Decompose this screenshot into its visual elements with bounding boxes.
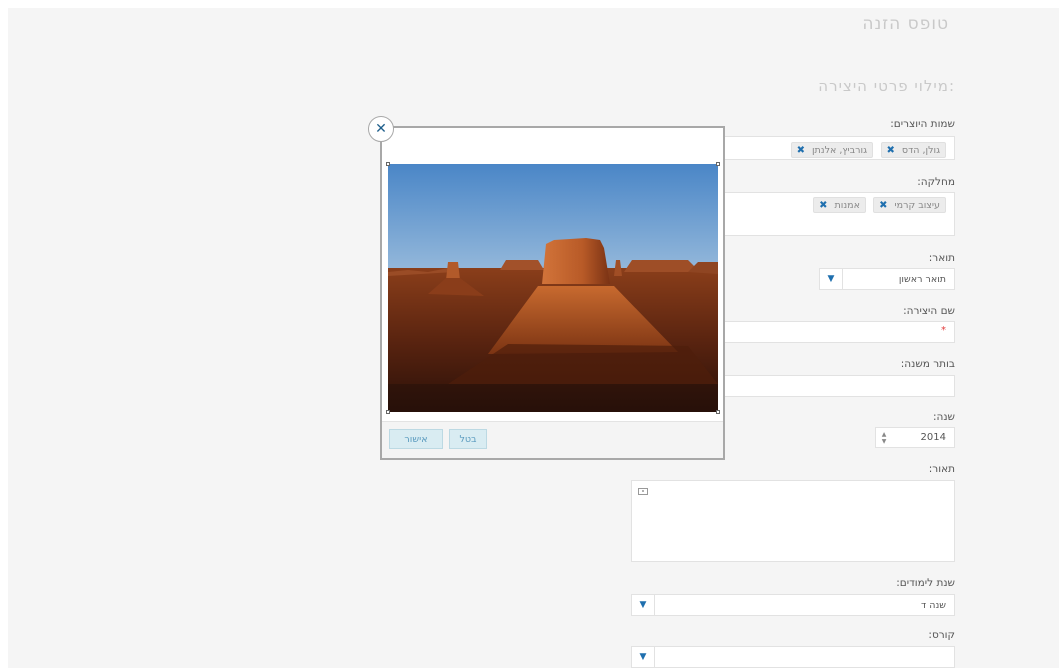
remove-tag-icon[interactable]: ✖ — [819, 200, 827, 211]
department-label: מחלקה: — [917, 176, 955, 188]
study-year-select[interactable]: שנה ד ▼ — [631, 594, 955, 616]
crop-handle[interactable] — [716, 410, 720, 414]
page-title: טופס הזנה — [862, 14, 949, 34]
chevron-down-icon[interactable]: ▼ — [632, 647, 655, 667]
crop-handle[interactable] — [386, 162, 390, 166]
year-input[interactable]: 2014 ▲ ▼ — [875, 427, 955, 448]
degree-value: תואר ראשון — [898, 273, 946, 285]
creator-tag-label: גורביץ, אלנתן — [811, 144, 867, 156]
course-label: קורס: — [928, 629, 955, 641]
crop-handle[interactable] — [716, 162, 720, 166]
department-tag-label: אמנות — [834, 199, 860, 211]
creator-tag: גולן, הדס ✖ — [880, 142, 946, 158]
chevron-down-icon[interactable]: ▼ — [632, 595, 655, 615]
year-label: שנה: — [932, 411, 955, 423]
work-name-label: שם היצירה: — [903, 305, 955, 317]
cancel-button[interactable]: בטל — [449, 429, 487, 449]
degree-select[interactable]: תואר ראשון ▼ — [819, 268, 955, 290]
creator-tag: גורביץ, אלנתן ✖ — [790, 142, 873, 158]
department-tag-label: עיצוב קרמי — [894, 199, 941, 211]
modal-footer: אישור בטל — [382, 421, 723, 458]
creator-tag-label: גולן, הדס — [901, 144, 940, 156]
close-icon[interactable]: ✕ — [368, 116, 394, 142]
degree-label: תואר: — [928, 252, 955, 264]
creators-label: שמות היוצרים: — [890, 118, 955, 130]
remove-tag-icon[interactable]: ✖ — [797, 145, 805, 156]
study-year-value: שנה ד — [921, 599, 946, 611]
image-crop-modal: אישור בטל — [380, 126, 725, 460]
description-label: תאור: — [928, 463, 955, 475]
remove-tag-icon[interactable]: ✖ — [887, 145, 895, 156]
section-title: מילוי פרטי היצירה: — [818, 77, 955, 95]
spinner-arrows-icon[interactable]: ▲ ▼ — [880, 431, 888, 445]
editor-toolbar-icon[interactable] — [638, 488, 648, 495]
department-tag: עיצוב קרמי ✖ — [873, 197, 946, 213]
crop-handle[interactable] — [386, 410, 390, 414]
subtitle-label: בותר משנה: — [900, 358, 955, 370]
landscape-image — [388, 164, 718, 412]
required-mark: * — [941, 325, 946, 336]
course-select[interactable]: ▼ — [631, 646, 955, 668]
confirm-button[interactable]: אישור — [389, 429, 443, 449]
year-value: 2014 — [920, 432, 946, 443]
crop-image[interactable] — [386, 162, 720, 414]
study-year-label: שנת לימודים: — [896, 577, 955, 589]
chevron-down-icon[interactable]: ▼ — [820, 269, 843, 289]
remove-tag-icon[interactable]: ✖ — [879, 200, 887, 211]
description-editor[interactable] — [631, 480, 955, 562]
department-tag: אמנות ✖ — [813, 197, 866, 213]
